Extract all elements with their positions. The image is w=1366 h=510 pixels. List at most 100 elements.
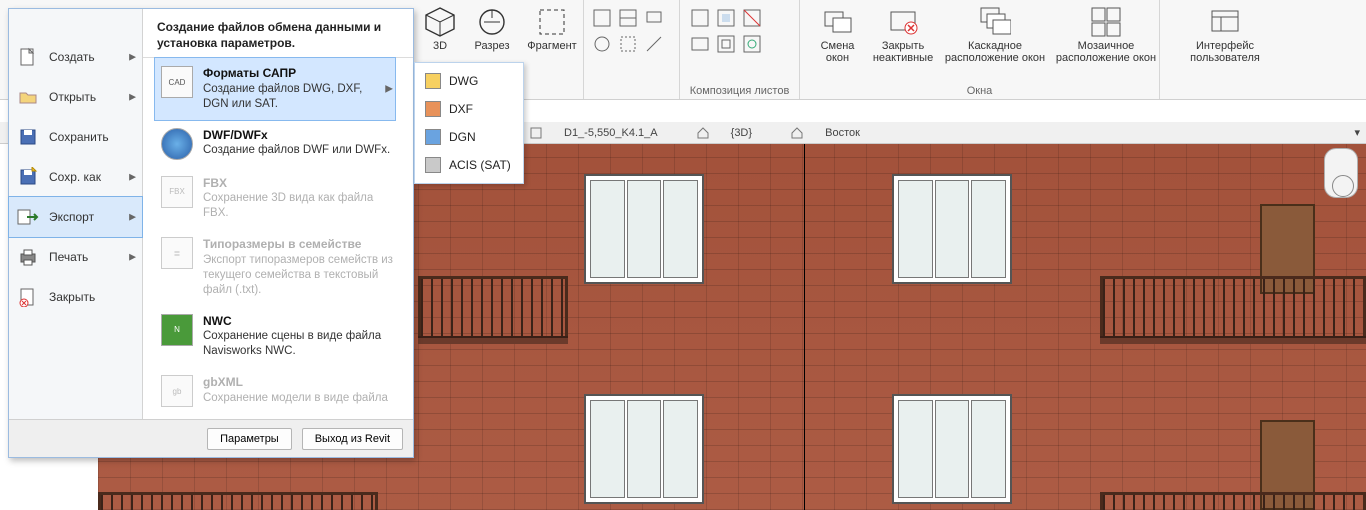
group-windows-label: Окна <box>800 85 1159 97</box>
mod-icon-5[interactable] <box>618 34 638 54</box>
sheet-icon-5[interactable] <box>716 34 736 54</box>
cad-formats-flyout: DWG DXF DGN ACIS (SAT) <box>414 62 524 184</box>
window <box>584 174 704 284</box>
btn-ui-label: Интерфейс пользователя <box>1190 40 1260 64</box>
sheet-icon-1[interactable] <box>690 8 710 28</box>
menu-close[interactable]: Закрыть <box>9 277 142 317</box>
flyout-dxf-label: DXF <box>449 102 473 116</box>
print-icon <box>17 247 39 267</box>
dwf-icon <box>161 128 193 160</box>
menu-create-label: Создать <box>49 50 95 64</box>
balcony <box>1100 264 1366 344</box>
menu-print[interactable]: Печать▶ <box>9 237 142 277</box>
appmenu-commands: Создать▶ Открыть▶ Сохранить Сохр. как▶ Э… <box>9 9 143 419</box>
cad-icon: CAD <box>161 66 193 98</box>
btn-cascade[interactable]: Каскадное расположение окон <box>940 6 1050 64</box>
balcony <box>98 480 378 510</box>
sheet-icon-4[interactable] <box>690 34 710 54</box>
mod-icon-6[interactable] <box>644 34 664 54</box>
mod-icon-3[interactable] <box>644 8 664 28</box>
application-menu: Создать▶ Открыть▶ Сохранить Сохр. как▶ Э… <box>8 8 414 458</box>
export-fbx-title: FBX <box>203 176 395 192</box>
switch-windows-icon <box>822 6 854 38</box>
btn-close-inactive[interactable]: Закрыть неактивные <box>868 6 938 64</box>
menu-open[interactable]: Открыть▶ <box>9 77 142 117</box>
nwc-icon: N <box>161 314 193 346</box>
btn-3d-view[interactable]: 3D <box>418 6 462 52</box>
btn-cascade-label: Каскадное расположение окон <box>945 40 1045 64</box>
fragment-icon <box>536 6 568 38</box>
export-fam-title: Типоразмеры в семействе <box>203 237 395 253</box>
navigation-wheel[interactable] <box>1324 148 1358 198</box>
btn-section[interactable]: Разрез <box>466 6 518 52</box>
tile-icon <box>1090 6 1122 38</box>
saveas-icon <box>17 167 39 187</box>
section-line <box>804 144 805 510</box>
dwg-icon <box>425 73 441 89</box>
btn-tile[interactable]: Мозаичное расположение окон <box>1052 6 1160 64</box>
home-icon <box>697 127 709 139</box>
export-fbx[interactable]: FBX FBXСохранение 3D вида как файла FBX. <box>155 168 401 229</box>
menu-open-label: Открыть <box>49 90 96 104</box>
export-family-types[interactable]: ≣ Типоразмеры в семействеЭкспорт типораз… <box>155 229 401 305</box>
options-button[interactable]: Параметры <box>207 428 292 450</box>
cascade-icon <box>979 6 1011 38</box>
sheet-icon-6[interactable] <box>742 34 762 54</box>
appmenu-footer: Параметры Выход из Revit <box>9 419 413 457</box>
chevron-right-icon: ▶ <box>385 84 393 95</box>
close-doc-icon <box>17 287 39 307</box>
window <box>892 394 1012 504</box>
btn-user-interface[interactable]: Интерфейс пользователя <box>1180 6 1270 64</box>
flyout-dwg-label: DWG <box>449 74 478 88</box>
mod-icon-2[interactable] <box>618 8 638 28</box>
balcony <box>418 264 568 344</box>
menu-export-label: Экспорт <box>49 210 94 224</box>
export-dwf-desc: Создание файлов DWF или DWFx. <box>203 144 390 156</box>
flyout-dwg[interactable]: DWG <box>415 67 523 95</box>
flyout-dgn-label: DGN <box>449 130 476 144</box>
family-types-icon: ≣ <box>161 237 193 269</box>
export-cad[interactable]: CAD Форматы САПРСоздание файлов DWG, DXF… <box>154 57 396 120</box>
export-icon <box>17 207 39 227</box>
mod-icon-1[interactable] <box>592 8 612 28</box>
flyout-dxf[interactable]: DXF <box>415 95 523 123</box>
menu-save-label: Сохранить <box>49 130 109 144</box>
view-tabs-dropdown[interactable]: ▾ <box>1354 122 1360 144</box>
ribbon-group-mod1 <box>584 0 680 99</box>
sheet-icon-3[interactable] <box>742 8 762 28</box>
mod-icon-4[interactable] <box>592 34 612 54</box>
menu-saveas-label: Сохр. как <box>49 170 101 184</box>
btn-fragment-label: Фрагмент <box>527 40 576 52</box>
ui-icon <box>1209 6 1241 38</box>
menu-create[interactable]: Создать▶ <box>9 37 142 77</box>
btn-3d-label: 3D <box>433 40 447 52</box>
fbx-icon: FBX <box>161 176 193 208</box>
export-nwc-title: NWC <box>203 314 395 330</box>
flyout-dgn[interactable]: DGN <box>415 123 523 151</box>
export-cad-title: Форматы САПР <box>203 66 389 82</box>
window <box>584 394 704 504</box>
sheet-icon-2[interactable] <box>716 8 736 28</box>
export-gbxml[interactable]: gb gbXMLСохранение модели в виде файла <box>155 367 401 415</box>
menu-saveas[interactable]: Сохр. как▶ <box>9 157 142 197</box>
export-dwf-title: DWF/DWFx <box>203 128 390 144</box>
menu-export[interactable]: Экспорт▶ <box>8 196 143 238</box>
export-dwf[interactable]: DWF/DWFxСоздание файлов DWF или DWFx. <box>155 120 401 168</box>
btn-switch-windows[interactable]: Смена окон <box>810 6 865 64</box>
view-tab-2-label: {3D} <box>731 122 752 144</box>
export-fbx-desc: Сохранение 3D вида как файла FBX. <box>203 192 373 219</box>
btn-fragment[interactable]: Фрагмент <box>522 6 582 52</box>
flyout-sat-label: ACIS (SAT) <box>449 158 511 172</box>
menu-save[interactable]: Сохранить <box>9 117 142 157</box>
export-nwc[interactable]: N NWCСохранение сцены в виде файла Navis… <box>155 306 401 367</box>
section-icon <box>476 6 508 38</box>
ribbon-group-windows: Смена окон Закрыть неактивные Каскадное … <box>800 0 1160 99</box>
flyout-sat[interactable]: ACIS (SAT) <box>415 151 523 179</box>
menu-close-label: Закрыть <box>49 290 95 304</box>
view-tab-1[interactable]: D1_-5,550_K4.1_A <box>530 122 676 144</box>
dgn-icon <box>425 129 441 145</box>
view-tab-1-label: D1_-5,550_K4.1_A <box>564 122 658 144</box>
view-tab-2[interactable]: {3D} <box>697 122 770 144</box>
exit-revit-button[interactable]: Выход из Revit <box>302 428 403 450</box>
view-tab-3[interactable]: Восток <box>791 122 878 144</box>
